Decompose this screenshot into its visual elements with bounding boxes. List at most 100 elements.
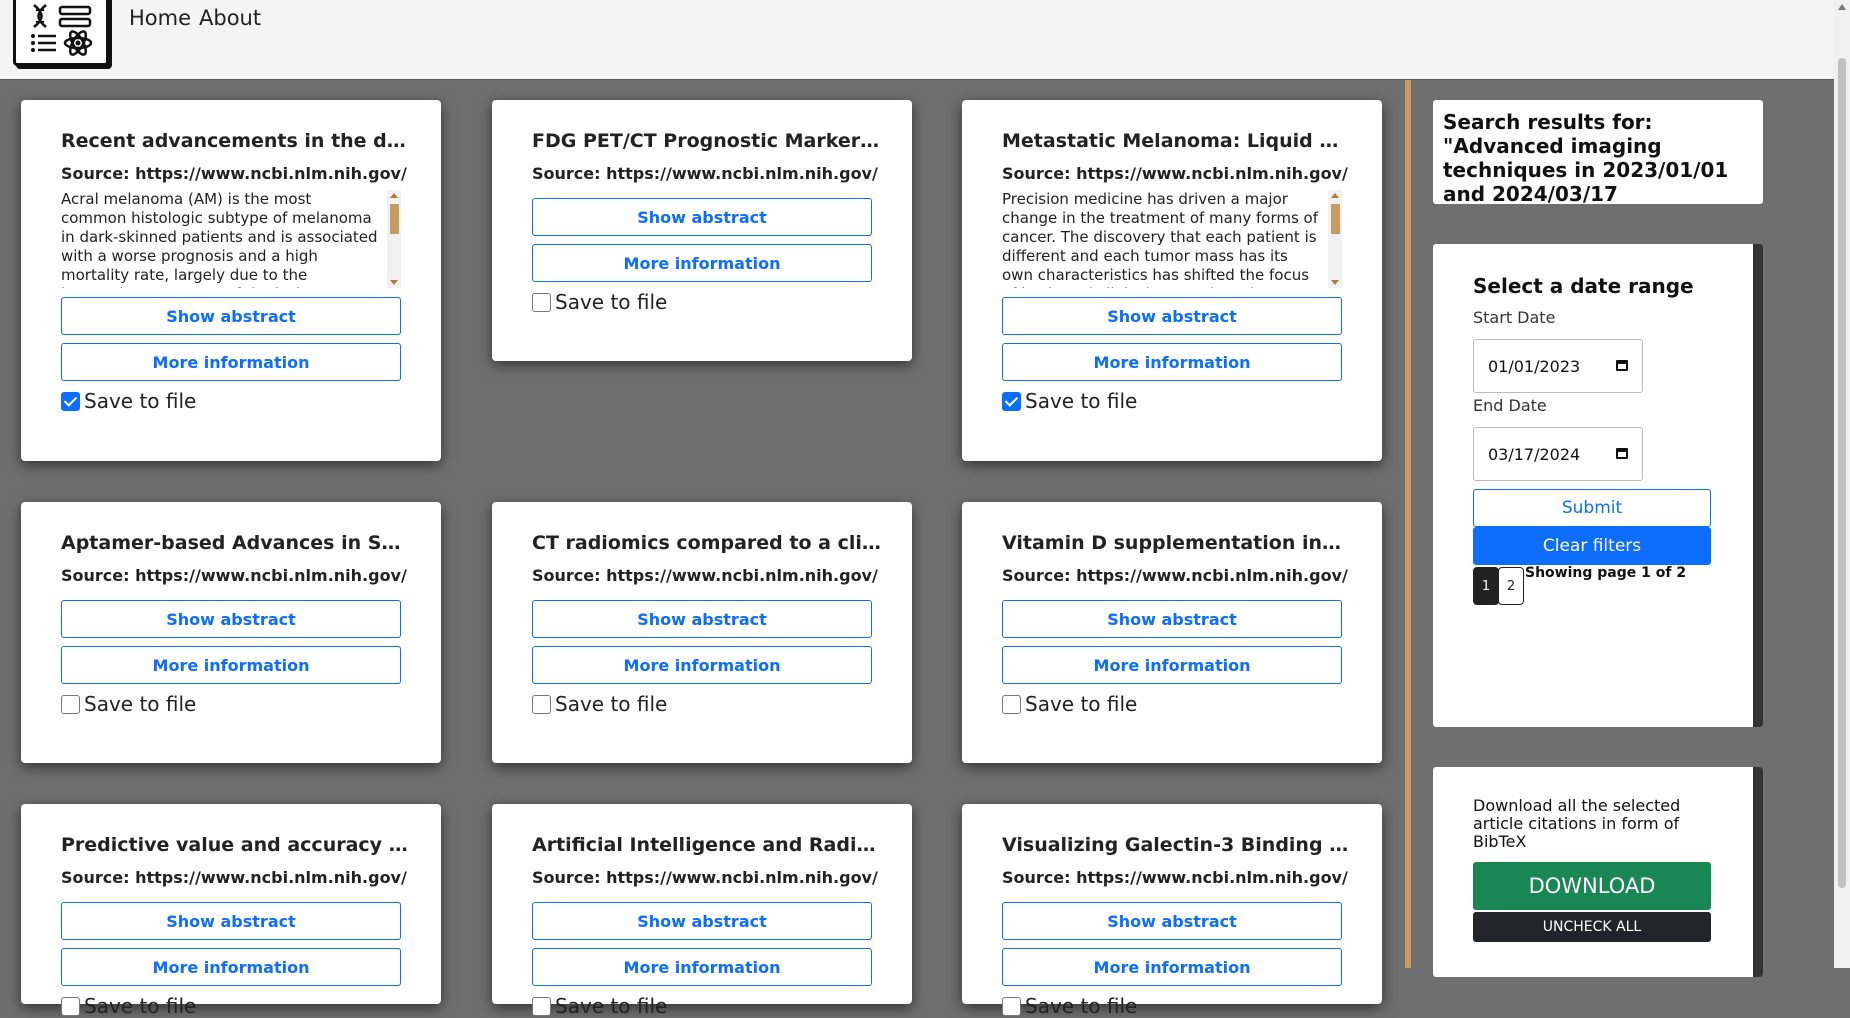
show-abstract-button[interactable]: Show abstract — [532, 902, 872, 940]
date-range-heading: Select a date range — [1473, 274, 1694, 298]
show-abstract-button[interactable]: Show abstract — [532, 600, 872, 638]
scroll-thumb[interactable] — [390, 204, 399, 234]
search-results-panel: Search results for: "Advanced imaging te… — [1433, 100, 1763, 206]
panel-scrollbar — [1753, 244, 1763, 727]
abstract-scrollbar[interactable] — [387, 190, 401, 288]
article-source: Source: https://www.ncbi.nlm.nih.gov/ — [532, 164, 878, 183]
article-title: Metastatic Melanoma: Liquid Biopsy as a … — [1002, 130, 1352, 152]
end-date-value: 03/17/2024 — [1488, 444, 1581, 464]
calendar-icon[interactable] — [1616, 360, 1628, 371]
article-card: CT radiomics compared to a clinical mode… — [492, 502, 912, 763]
scroll-up-arrow-icon[interactable] — [390, 193, 398, 198]
article-card: Recent advancements in the diagnosis and… — [21, 100, 441, 461]
article-title: FDG PET/CT Prognostic Markers in Melanom… — [532, 130, 882, 152]
start-date-value: 01/01/2023 — [1488, 356, 1581, 376]
show-abstract-button[interactable]: Show abstract — [61, 297, 401, 335]
save-to-file-checkbox[interactable] — [532, 694, 551, 714]
article-source: Source: https://www.ncbi.nlm.nih.gov/ — [532, 566, 878, 585]
save-to-file-label: Save to file — [555, 290, 668, 314]
more-information-button[interactable]: More information — [61, 948, 401, 986]
submit-button[interactable]: Submit — [1473, 489, 1711, 527]
search-results-heading: Search results for: "Advanced imaging te… — [1443, 110, 1729, 206]
save-to-file-label: Save to file — [84, 692, 197, 716]
more-information-button[interactable]: More information — [1002, 948, 1342, 986]
save-to-file-row[interactable]: Save to file — [61, 389, 196, 413]
save-to-file-checkbox[interactable] — [61, 391, 80, 411]
article-source: Source: https://www.ncbi.nlm.nih.gov/ — [61, 164, 407, 183]
more-information-button[interactable]: More information — [61, 343, 401, 381]
download-button[interactable]: DOWNLOAD — [1473, 862, 1711, 910]
article-card: Metastatic Melanoma: Liquid Biopsy as a … — [962, 100, 1382, 461]
scroll-up-arrow-icon[interactable] — [1331, 193, 1339, 198]
article-source: Source: https://www.ncbi.nlm.nih.gov/ — [1002, 164, 1348, 183]
save-to-file-row[interactable]: Save to file — [61, 692, 196, 716]
show-abstract-button[interactable]: Show abstract — [61, 902, 401, 940]
save-to-file-label: Save to file — [1025, 389, 1138, 413]
save-to-file-checkbox[interactable] — [61, 996, 80, 1016]
calendar-icon[interactable] — [1616, 448, 1628, 459]
abstract-scroll-box[interactable]: Acral melanoma (AM) is the most common h… — [61, 190, 401, 288]
show-abstract-button[interactable]: Show abstract — [1002, 297, 1342, 335]
articles-grid: Recent advancements in the diagnosis and… — [0, 80, 1400, 1018]
save-to-file-checkbox[interactable] — [1002, 694, 1021, 714]
clear-filters-button[interactable]: Clear filters — [1473, 527, 1711, 565]
more-information-button[interactable]: More information — [1002, 646, 1342, 684]
article-source: Source: https://www.ncbi.nlm.nih.gov/ — [1002, 868, 1348, 887]
show-abstract-button[interactable]: Show abstract — [61, 600, 401, 638]
nav-about-link[interactable]: About — [199, 6, 261, 30]
article-card: Visualizing Galectin-3 Binding Profiles S… — [962, 804, 1382, 1018]
window-scrollbar[interactable] — [1834, 0, 1850, 968]
save-to-file-row[interactable]: Save to file — [1002, 389, 1137, 413]
abstract-scrollbar[interactable] — [1328, 190, 1342, 288]
save-to-file-row[interactable]: Save to file — [1002, 692, 1137, 716]
date-filter-panel: Select a date range Start Date 01/01/202… — [1433, 244, 1763, 727]
article-source: Source: https://www.ncbi.nlm.nih.gov/ — [1002, 566, 1348, 585]
window-scroll-thumb[interactable] — [1838, 58, 1846, 888]
show-abstract-button[interactable]: Show abstract — [1002, 600, 1342, 638]
more-information-button[interactable]: More information — [532, 244, 872, 282]
panel-divider[interactable] — [1405, 80, 1411, 968]
save-to-file-checkbox[interactable] — [61, 694, 80, 714]
scroll-thumb[interactable] — [1331, 204, 1340, 234]
save-to-file-row[interactable]: Save to file — [532, 290, 667, 314]
more-information-button[interactable]: More information — [532, 646, 872, 684]
logo-icon[interactable] — [13, 0, 109, 66]
scroll-down-arrow-icon[interactable] — [390, 280, 398, 285]
more-information-button[interactable]: More information — [532, 948, 872, 986]
save-to-file-checkbox[interactable] — [532, 996, 551, 1016]
save-to-file-label: Save to file — [555, 994, 668, 1018]
panel-scrollbar — [1753, 767, 1763, 977]
save-to-file-row[interactable]: Save to file — [61, 994, 196, 1018]
abstract-scroll-box[interactable]: Precision medicine has driven a major ch… — [1002, 190, 1342, 288]
article-card: Artificial Intelligence and Radiomics in… — [492, 804, 912, 1018]
nav-home-link[interactable]: Home — [129, 6, 191, 30]
save-to-file-checkbox[interactable] — [1002, 391, 1021, 411]
article-title: Vitamin D supplementation increases surv… — [1002, 532, 1352, 554]
show-abstract-button[interactable]: Show abstract — [532, 198, 872, 236]
more-information-button[interactable]: More information — [61, 646, 401, 684]
save-to-file-checkbox[interactable] — [532, 292, 551, 312]
save-to-file-label: Save to file — [84, 994, 197, 1018]
save-to-file-row[interactable]: Save to file — [532, 692, 667, 716]
end-date-input[interactable]: 03/17/2024 — [1473, 427, 1643, 481]
article-title: Artificial Intelligence and Radiomics in… — [532, 834, 882, 856]
save-to-file-checkbox[interactable] — [1002, 996, 1021, 1016]
abstract-text: Acral melanoma (AM) is the most common h… — [61, 190, 378, 288]
page-1-button[interactable]: 1 — [1473, 567, 1499, 605]
article-card: FDG PET/CT Prognostic Markers in Melanom… — [492, 100, 912, 361]
save-to-file-label: Save to file — [555, 692, 668, 716]
save-to-file-row[interactable]: Save to file — [532, 994, 667, 1018]
uncheck-all-button[interactable]: UNCHECK ALL — [1473, 912, 1711, 942]
more-information-button[interactable]: More information — [1002, 343, 1342, 381]
download-description: Download all the selected article citati… — [1473, 796, 1681, 851]
show-abstract-button[interactable]: Show abstract — [1002, 902, 1342, 940]
save-to-file-row[interactable]: Save to file — [1002, 994, 1137, 1018]
save-to-file-label: Save to file — [1025, 994, 1138, 1018]
start-date-input[interactable]: 01/01/2023 — [1473, 339, 1643, 393]
top-navbar: Home About — [0, 0, 1850, 80]
article-title: Aptamer-based Advances in Skin Cancer Re… — [61, 532, 411, 554]
page-2-button[interactable]: 2 — [1498, 567, 1524, 605]
scroll-up-arrow-icon[interactable] — [1838, 4, 1846, 10]
article-card: Predictive value and accuracy of [18F]FD… — [21, 804, 441, 1018]
scroll-down-arrow-icon[interactable] — [1331, 280, 1339, 285]
